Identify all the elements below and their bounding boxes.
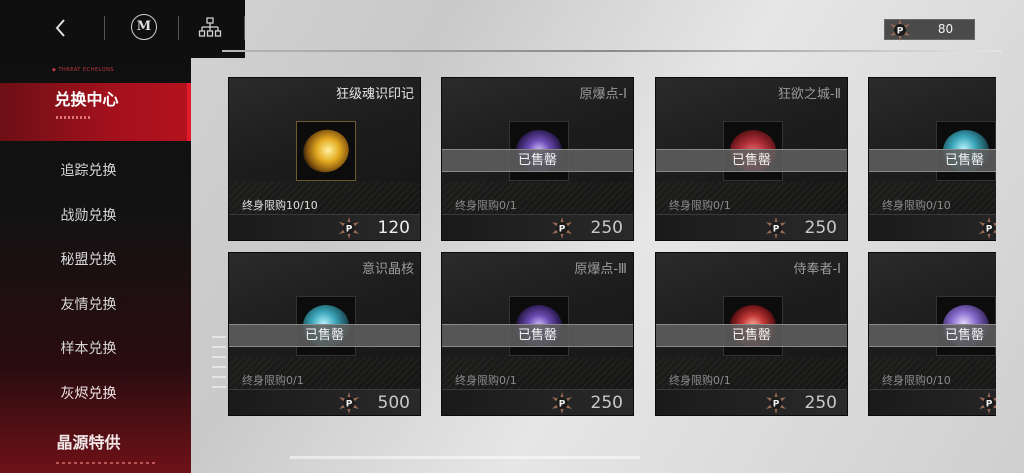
shop-item-card[interactable]: 侍奉者-Ⅰ 已售罄终身限购0/1 P 250 — [655, 252, 848, 416]
nav-tracking-exchange[interactable]: 追踪兑换 — [0, 149, 191, 193]
back-button[interactable] — [48, 14, 74, 42]
divider — [178, 16, 179, 40]
item-price: 500 — [377, 393, 410, 413]
price-bar: P 250 — [656, 214, 847, 240]
item-title: 原爆点-Ⅲ — [574, 262, 627, 277]
item-title: 原爆点-Ⅰ — [579, 87, 627, 102]
hierarchy-icon[interactable] — [198, 16, 222, 40]
price-bar: P 250 — [656, 389, 847, 415]
currency-p-icon: P — [979, 392, 996, 414]
currency-p-icon: P — [339, 217, 359, 239]
nav-sample-exchange[interactable]: 样本兑换 — [0, 327, 191, 371]
sold-out-banner: 已售罄 — [229, 324, 420, 347]
shop-item-card[interactable]: 危级已售罄终身限购0/10P — [868, 252, 996, 416]
nav-exchange-center-label: 兑换中心 — [54, 90, 119, 109]
currency-p-icon: P — [552, 217, 572, 239]
item-price: 120 — [377, 218, 410, 238]
nav-secret-alliance-exchange[interactable]: 秘盟兑换 — [0, 238, 191, 282]
price-bar: P — [869, 214, 996, 240]
shop-item-card[interactable]: 原爆点-Ⅰ 已售罄终身限购0/1 P 250 — [441, 77, 634, 241]
svg-text:P: P — [559, 225, 566, 235]
nav-exchange-center[interactable]: 兑换中心 — [0, 83, 191, 141]
purchase-limit: 终身限购0/1 — [669, 199, 731, 212]
purchase-limit: 终身限购0/1 — [455, 374, 517, 387]
purchase-limit: 终身限购0/1 — [669, 374, 731, 387]
item-title: 意识晶核 — [361, 262, 414, 277]
item-art — [297, 123, 355, 179]
sold-out-banner: 已售罄 — [656, 324, 847, 347]
logo-icon[interactable]: M — [131, 14, 157, 40]
nav-merit-exchange[interactable]: 战勋兑换 — [0, 194, 191, 238]
shop-grid: 狂级魂识印记 终身限购10/10 P 120 原爆点-Ⅰ 已售罄 终身限购0/1 P 250 狂欲… — [228, 77, 996, 417]
sold-out-banner: 已售罄 — [869, 149, 996, 172]
nav-crystal-supply[interactable]: 晶源特供 — [0, 421, 191, 465]
top-bar: M — [0, 0, 245, 58]
currency-p-icon: P — [766, 217, 786, 239]
item-thumbnail — [296, 121, 356, 181]
background-deco — [212, 336, 226, 396]
sold-out-banner: 已售罄 — [442, 324, 633, 347]
shop-item-card[interactable]: 原爆点-Ⅲ 已售罄终身限购0/1 P 250 — [441, 252, 634, 416]
shop-item-card[interactable]: 狂欲之城-Ⅱ 已售罄终身限购0/1 P 250 — [655, 77, 848, 241]
purchase-limit: 终身限购0/1 — [242, 374, 304, 387]
currency-value: 80 — [937, 22, 954, 36]
currency-p-icon: P — [339, 392, 359, 414]
price-bar: P — [869, 389, 996, 415]
nav-active-underline — [56, 116, 92, 119]
currency-p-icon: P — [552, 392, 572, 414]
item-price: 250 — [804, 218, 837, 238]
item-title: 狂级魂识印记 — [335, 87, 414, 102]
divider — [244, 16, 245, 40]
shop-item-card[interactable]: 狂级魂识印记终身限购10/10 P 120 — [228, 77, 421, 241]
divider — [104, 16, 105, 40]
sold-out-banner: 已售罄 — [442, 149, 633, 172]
item-title: 狂欲之城-Ⅱ — [777, 87, 841, 102]
item-price: 250 — [804, 393, 837, 413]
scroll-indicator[interactable] — [290, 456, 640, 459]
nav-ember-exchange[interactable]: 灰烬兑换 — [0, 372, 191, 416]
svg-text:P: P — [986, 400, 993, 410]
svg-text:P: P — [773, 225, 780, 235]
shop-item-card[interactable]: 普级已售罄终身限购0/10P — [868, 77, 996, 241]
price-bar: P 500 — [229, 389, 420, 415]
sidebar-caption: THREAT ECHELONS — [52, 67, 114, 73]
svg-text:P: P — [986, 225, 993, 235]
currency-display: P 80 — [884, 19, 975, 41]
svg-text:P: P — [559, 400, 566, 410]
sold-out-banner: 已售罄 — [869, 324, 996, 347]
svg-text:P: P — [346, 225, 353, 235]
shop-item-card[interactable]: 意识晶核已售罄终身限购0/1 P 500 — [228, 252, 421, 416]
sold-out-banner: 已售罄 — [656, 149, 847, 172]
header-rule — [222, 50, 1002, 52]
sidebar-bottom-deco — [56, 462, 156, 464]
price-bar: P 250 — [442, 214, 633, 240]
purchase-limit: 终身限购10/10 — [242, 199, 318, 212]
sidebar: THREAT ECHELONS 兑换中心 追踪兑换 战勋兑换 秘盟兑换 友情兑换… — [0, 0, 191, 473]
currency-p-icon: P — [979, 217, 996, 239]
currency-p-icon: P — [766, 392, 786, 414]
price-bar: P 250 — [442, 389, 633, 415]
item-title: 侍奉者-Ⅰ — [793, 262, 841, 277]
item-price: 250 — [590, 218, 623, 238]
nav-friendship-exchange[interactable]: 友情兑换 — [0, 283, 191, 327]
svg-text:P: P — [773, 400, 780, 410]
svg-text:P: P — [346, 400, 353, 410]
purchase-limit: 终身限购0/1 — [455, 199, 517, 212]
item-price: 250 — [590, 393, 623, 413]
purchase-limit: 终身限购0/10 — [882, 374, 951, 387]
purchase-limit: 终身限购0/10 — [882, 199, 951, 212]
price-bar: P 120 — [229, 214, 420, 240]
chevron-left-icon — [55, 19, 65, 37]
